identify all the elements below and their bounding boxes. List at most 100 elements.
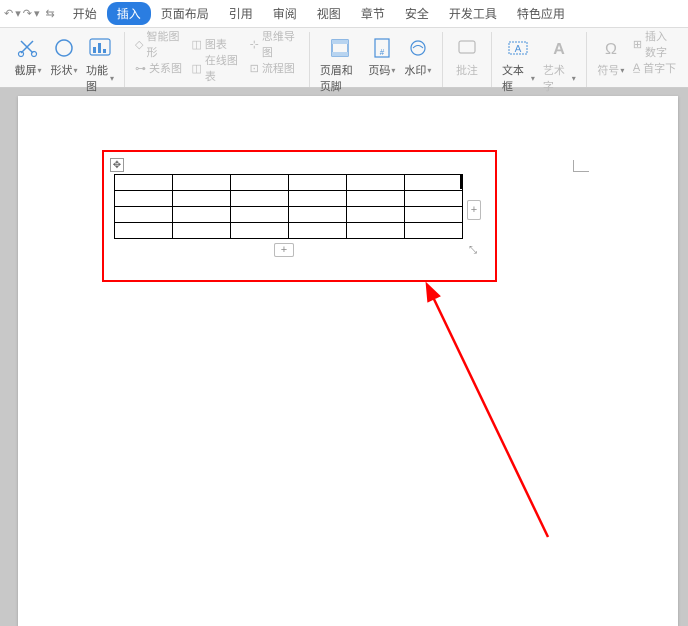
online-chart-button[interactable]: ◫ 在线图表 xyxy=(187,56,245,80)
table-cell[interactable] xyxy=(405,175,463,191)
chevron-down-icon: ▾ xyxy=(37,66,41,75)
menu-tabs: 开始 插入 页面布局 引用 审阅 视图 章节 安全 开发工具 特色应用 xyxy=(63,0,575,27)
document-page[interactable]: ✥ + + ⤡ xyxy=(18,96,678,626)
table-cell[interactable] xyxy=(347,207,405,223)
add-column-handle[interactable]: + xyxy=(467,200,481,220)
table-cell[interactable] xyxy=(289,191,347,207)
table-cell[interactable] xyxy=(231,207,289,223)
table-cell[interactable] xyxy=(231,191,289,207)
undo-icon[interactable]: ↶ xyxy=(4,7,13,20)
table-cell[interactable] xyxy=(405,223,463,239)
svg-text:#: # xyxy=(380,48,385,57)
shape-button[interactable]: 形状▾ xyxy=(46,32,82,80)
wordart-button[interactable]: A 艺术字▾ xyxy=(539,32,580,96)
undo-dropdown-icon[interactable]: ▾ xyxy=(15,7,21,20)
shape-icon xyxy=(53,34,75,62)
redo-dropdown-icon[interactable]: ▾ xyxy=(34,7,40,20)
ribbon-group-clip: 截屏▾ 形状▾ 功能图▾ xyxy=(4,32,125,87)
smart-graphic-icon: ◇ xyxy=(135,38,143,51)
header-footer-button[interactable]: 页眉和页脚 xyxy=(316,32,364,96)
screenshot-label: 截屏 xyxy=(14,62,36,78)
tab-start[interactable]: 开始 xyxy=(63,0,107,27)
page-number-button[interactable]: # 页码▾ xyxy=(364,32,400,80)
mind-map-icon: ⊹ xyxy=(250,38,259,51)
table-cell[interactable] xyxy=(289,175,347,191)
screenshot-button[interactable]: 截屏▾ xyxy=(10,32,46,80)
watermark-button[interactable]: 水印▾ xyxy=(400,32,436,80)
tab-page-layout[interactable]: 页面布局 xyxy=(151,0,219,27)
menu-bar: ↶ ▾ ↷ ▾ ⇆ 开始 插入 页面布局 引用 审阅 视图 章节 安全 开发工具… xyxy=(0,0,688,28)
document-table[interactable] xyxy=(114,174,463,239)
table-cell[interactable] xyxy=(347,175,405,191)
table-cell[interactable] xyxy=(173,191,231,207)
table-move-handle[interactable]: ✥ xyxy=(110,158,124,172)
table-row[interactable] xyxy=(115,223,463,239)
wordart-label: 艺术字 xyxy=(543,62,571,94)
ribbon-group-header-footer: 页眉和页脚 # 页码▾ 水印▾ xyxy=(310,32,443,87)
mind-map-button[interactable]: ⊹ 思维导图 xyxy=(246,32,303,56)
table-cell[interactable] xyxy=(173,223,231,239)
textbox-icon: A xyxy=(506,34,530,62)
function-chart-icon xyxy=(88,34,112,62)
table-cell[interactable] xyxy=(289,223,347,239)
page-number-icon: # xyxy=(372,34,392,62)
drop-cap-icon: A̲ xyxy=(633,62,640,74)
table-row[interactable] xyxy=(115,191,463,207)
table-cell[interactable] xyxy=(115,191,173,207)
chevron-down-icon: ▾ xyxy=(531,74,535,83)
table-cell[interactable] xyxy=(405,191,463,207)
drop-cap-button[interactable]: A̲ 首字下 xyxy=(629,56,682,80)
ribbon-group-illustrations: ◇ 智能图形 ⊶ 关系图 ◫ 图表 ◫ 在线图表 ⊹ 思维导图 xyxy=(125,32,310,87)
watermark-icon xyxy=(407,34,429,62)
table-cell[interactable] xyxy=(115,223,173,239)
tab-sections[interactable]: 章节 xyxy=(351,0,395,27)
symbol-button[interactable]: Ω 符号▾ xyxy=(593,32,629,80)
header-footer-icon xyxy=(329,34,351,62)
quick-access-toolbar: ↶ ▾ ↷ ▾ ⇆ xyxy=(4,7,63,20)
relation-icon: ⊶ xyxy=(135,62,146,75)
tab-insert[interactable]: 插入 xyxy=(107,2,151,25)
comment-icon xyxy=(456,34,478,62)
table-row[interactable] xyxy=(115,207,463,223)
tab-review[interactable]: 审阅 xyxy=(263,0,307,27)
table-cell[interactable] xyxy=(289,207,347,223)
smart-graphic-button[interactable]: ◇ 智能图形 xyxy=(131,32,187,56)
table-resize-handle[interactable]: ⤡ xyxy=(469,245,481,257)
table-cell[interactable] xyxy=(115,175,173,191)
document-area: ✥ + + ⤡ xyxy=(0,88,688,626)
table-cell[interactable] xyxy=(173,175,231,191)
quick-access-more-icon[interactable]: ⇆ xyxy=(46,7,55,20)
wordart-icon: A xyxy=(548,34,570,62)
table-cell[interactable] xyxy=(231,175,289,191)
tab-security[interactable]: 安全 xyxy=(395,0,439,27)
drop-cap-label: 首字下 xyxy=(643,60,676,76)
annotation-arrow xyxy=(418,281,578,561)
textbox-button[interactable]: A 文本框▾ xyxy=(498,32,539,96)
table-row[interactable] xyxy=(115,175,463,191)
comment-button[interactable]: 批注 xyxy=(449,32,485,80)
relation-button[interactable]: ⊶ 关系图 xyxy=(131,56,187,80)
svg-text:A: A xyxy=(554,41,566,58)
flowchart-label: 流程图 xyxy=(262,60,295,76)
insert-number-button[interactable]: ⊞ 插入数字 xyxy=(629,32,682,56)
flowchart-button[interactable]: ⊡ 流程图 xyxy=(246,56,303,80)
chart-icon: ◫ xyxy=(191,38,201,51)
comment-label: 批注 xyxy=(456,62,478,78)
table-cell[interactable] xyxy=(115,207,173,223)
tab-references[interactable]: 引用 xyxy=(219,0,263,27)
table-cell[interactable] xyxy=(347,191,405,207)
tab-developer[interactable]: 开发工具 xyxy=(439,0,507,27)
text-cursor xyxy=(460,175,462,189)
tab-special[interactable]: 特色应用 xyxy=(507,0,575,27)
table-cell[interactable] xyxy=(231,223,289,239)
table-cell[interactable] xyxy=(405,207,463,223)
chevron-down-icon: ▾ xyxy=(427,66,431,75)
function-chart-button[interactable]: 功能图▾ xyxy=(82,32,118,96)
chevron-down-icon: ▾ xyxy=(620,66,624,75)
add-row-handle[interactable]: + xyxy=(274,243,294,257)
table-cell[interactable] xyxy=(347,223,405,239)
flowchart-icon: ⊡ xyxy=(250,62,259,75)
redo-icon[interactable]: ↷ xyxy=(23,7,32,20)
table-cell[interactable] xyxy=(173,207,231,223)
tab-view[interactable]: 视图 xyxy=(307,0,351,27)
